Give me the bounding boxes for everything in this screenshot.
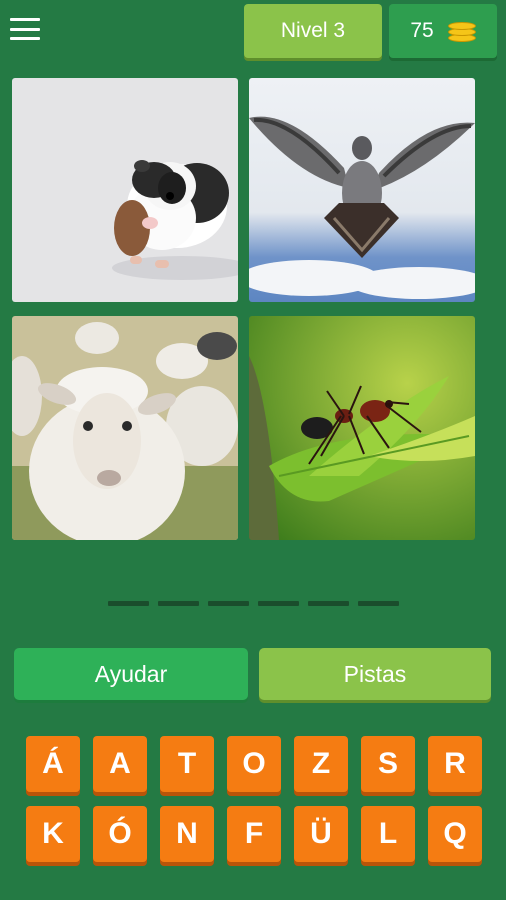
answer-slot[interactable]	[308, 601, 349, 606]
letter-key[interactable]: K	[26, 806, 80, 862]
puzzle-image-ant[interactable]	[249, 316, 475, 540]
coins-stack-icon	[447, 20, 476, 42]
guinea-pig-image	[12, 78, 238, 302]
level-label: Nivel 3	[280, 19, 346, 42]
hints-button-label: Pistas	[343, 660, 407, 687]
letter-key[interactable]: Ó	[93, 806, 147, 862]
puzzle-image-pigeon[interactable]	[249, 78, 475, 302]
letter-key[interactable]: Q	[428, 806, 482, 862]
ant-image	[249, 316, 475, 540]
answer-slot[interactable]	[208, 601, 249, 606]
letter-key[interactable]: Ü	[294, 806, 348, 862]
letter-key[interactable]: F	[227, 806, 281, 862]
letter-key[interactable]: S	[361, 736, 415, 792]
answer-slots	[108, 601, 399, 606]
letter-key[interactable]: Z	[294, 736, 348, 792]
letter-key[interactable]: L	[361, 806, 415, 862]
answer-slot[interactable]	[108, 601, 149, 606]
letter-key[interactable]: Á	[26, 736, 80, 792]
hamburger-menu-icon	[10, 18, 40, 21]
help-button[interactable]: Ayudar	[14, 648, 248, 700]
letter-key[interactable]: A	[93, 736, 147, 792]
letter-key[interactable]: T	[160, 736, 214, 792]
hints-button[interactable]: Pistas	[259, 648, 491, 700]
puzzle-image-guinea-pig[interactable]	[12, 78, 238, 302]
letter-key[interactable]: R	[428, 736, 482, 792]
answer-slot[interactable]	[158, 601, 199, 606]
sheep-image	[12, 316, 238, 540]
answer-slot[interactable]	[258, 601, 299, 606]
letter-key[interactable]: N	[160, 806, 214, 862]
level-badge: Nivel 3	[244, 4, 382, 58]
pigeon-image	[249, 78, 475, 302]
coins-counter[interactable]: 75	[389, 4, 497, 58]
answer-slot[interactable]	[358, 601, 399, 606]
menu-button[interactable]	[10, 16, 40, 42]
letter-key[interactable]: O	[227, 736, 281, 792]
coins-value: 75	[410, 19, 434, 42]
help-button-label: Ayudar	[94, 660, 168, 687]
puzzle-image-sheep[interactable]	[12, 316, 238, 540]
